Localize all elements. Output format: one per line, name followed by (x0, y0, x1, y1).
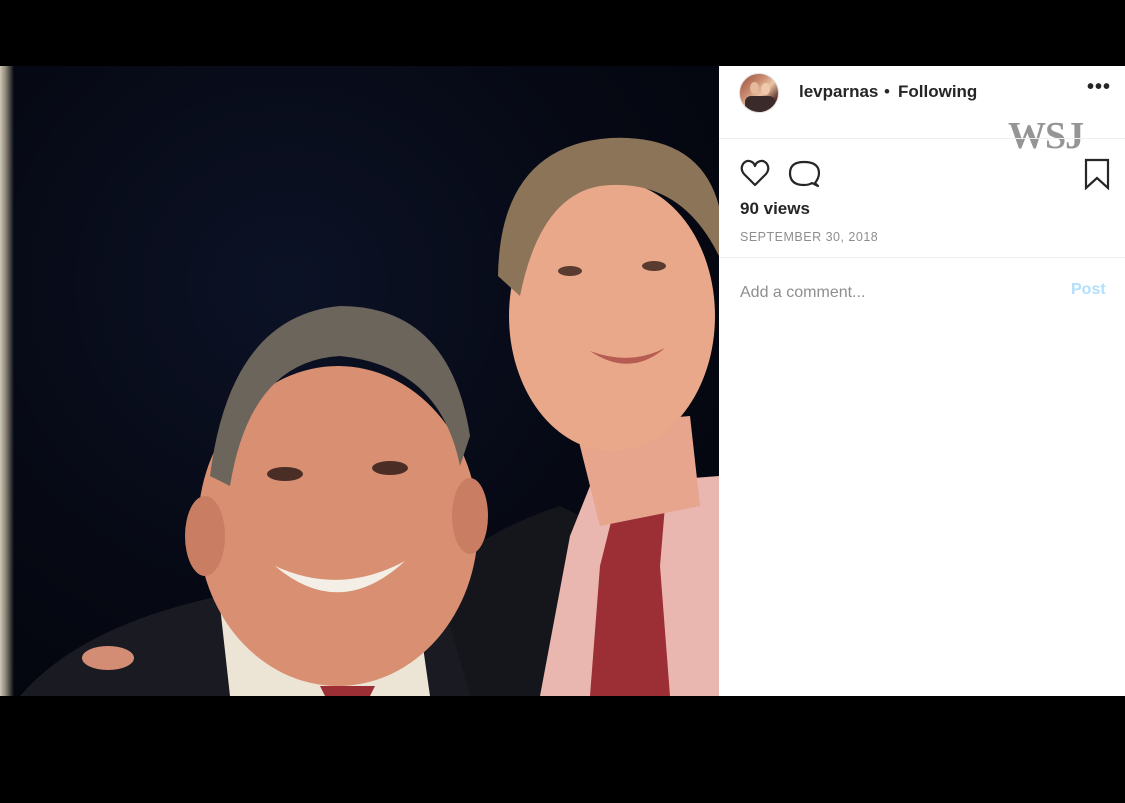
comment-divider (719, 257, 1125, 258)
left-man-ear-right (452, 478, 488, 554)
right-man-eye-right (642, 261, 666, 271)
heart-icon[interactable] (739, 158, 771, 193)
more-options-icon[interactable]: ••• (1087, 76, 1111, 99)
post-header: levparnas • Following ••• WSJ (719, 66, 1125, 157)
instagram-post: levparnas • Following ••• WSJ 90 views S… (0, 66, 1125, 696)
post-sidebar: levparnas • Following ••• WSJ 90 views S… (719, 66, 1125, 696)
header-divider (719, 138, 1125, 139)
comment-icon[interactable] (787, 158, 821, 195)
left-man-eye-right (372, 461, 408, 475)
action-bar (719, 154, 1125, 194)
left-man-ear-left (185, 496, 225, 576)
username-link[interactable]: levparnas (799, 82, 878, 102)
post-date: SEPTEMBER 30, 2018 (740, 230, 879, 244)
post-comment-button[interactable]: Post (1071, 281, 1106, 299)
left-man-tie-knot (320, 686, 375, 696)
right-man-eye-left (558, 266, 582, 276)
views-count[interactable]: 90 views (740, 199, 810, 219)
left-man-eye-left (267, 467, 303, 481)
following-button[interactable]: Following (898, 82, 977, 102)
comment-input[interactable] (740, 282, 1040, 304)
wsj-watermark: WSJ (1008, 115, 1084, 157)
bookmark-icon[interactable] (1084, 158, 1110, 195)
separator-dot: • (884, 82, 890, 101)
hand (82, 646, 134, 670)
avatar[interactable] (739, 73, 779, 113)
photo-illustration (20, 137, 719, 696)
post-photo[interactable] (0, 66, 719, 696)
